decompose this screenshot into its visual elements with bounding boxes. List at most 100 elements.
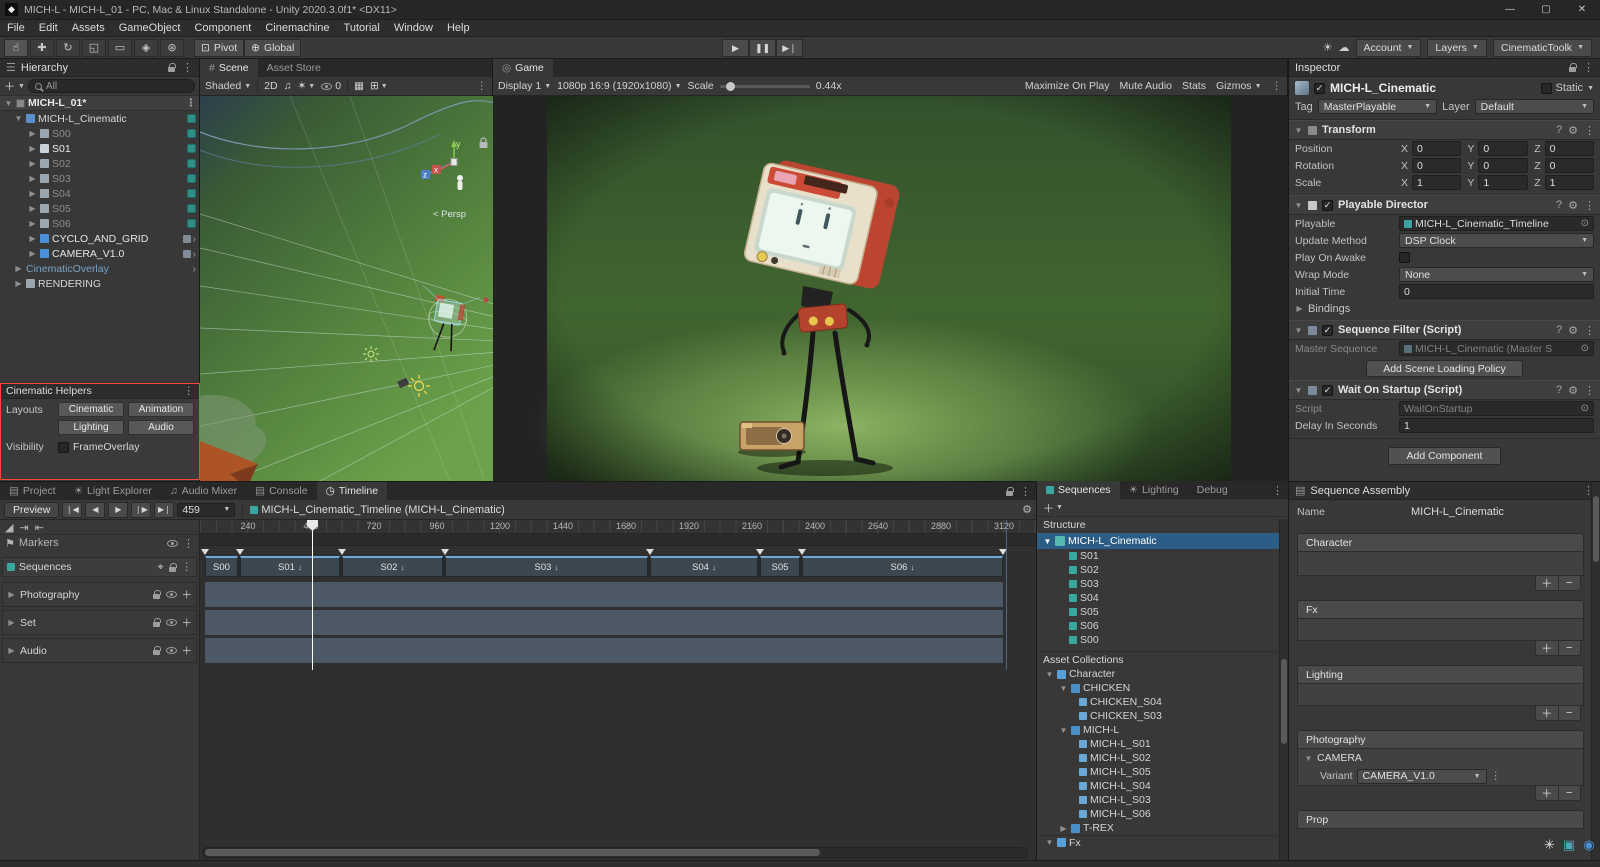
- enabled-checkbox[interactable]: ✓: [1322, 385, 1333, 396]
- menu-gameobject[interactable]: GameObject: [112, 20, 188, 37]
- menu-edit[interactable]: Edit: [32, 20, 65, 37]
- chevron-right-icon[interactable]: ›: [193, 263, 197, 275]
- help-icon[interactable]: ?: [1556, 324, 1562, 336]
- timeline-clip-area[interactable]: 240 480 720 960 1200 1440 1680 1920 2160…: [200, 520, 1036, 861]
- foldout-icon[interactable]: ▼: [1304, 754, 1313, 763]
- add-icon[interactable]: ＋: [182, 643, 193, 658]
- collection-mich-l[interactable]: ▼MICH-L: [1037, 723, 1288, 737]
- sequence-badge-icon[interactable]: [187, 144, 196, 153]
- hierarchy-item-mich-l-cinematic[interactable]: ▼ MICH-L_Cinematic: [0, 111, 199, 126]
- maximize-on-play-toggle[interactable]: Maximize On Play: [1025, 80, 1110, 92]
- menu-help[interactable]: Help: [440, 20, 477, 37]
- hierarchy-item-cinematicoverlay[interactable]: ▶ CinematicOverlay ›: [0, 261, 199, 276]
- structure-item-s02[interactable]: S02: [1037, 563, 1288, 577]
- preferences-icon[interactable]: ☀: [1323, 41, 1333, 54]
- sequence-badge-icon[interactable]: [187, 219, 196, 228]
- track-sequences[interactable]: Sequences ⌖⋮: [2, 557, 197, 577]
- global-toggle-button[interactable]: ⊕Global: [244, 39, 301, 57]
- layout-dropdown[interactable]: CinematicToolk▼: [1493, 39, 1592, 57]
- structure-root-row[interactable]: ▼ MICH-L_Cinematic: [1037, 533, 1288, 549]
- remove-button[interactable]: −: [1558, 641, 1581, 655]
- component-menu-icon[interactable]: ⋮: [1584, 199, 1595, 212]
- tab-timeline[interactable]: ◷Timeline: [317, 482, 387, 500]
- structure-item-s04[interactable]: S04: [1037, 591, 1288, 605]
- tab-project[interactable]: ▤Project: [0, 482, 65, 500]
- override-icon[interactable]: [183, 250, 191, 258]
- panel-menu-icon[interactable]: ⋮: [182, 61, 193, 74]
- hierarchy-item-s01[interactable]: ▶ S01: [0, 141, 199, 156]
- goto-start-button[interactable]: ❘◀: [62, 502, 82, 518]
- foldout-icon[interactable]: ▶: [28, 189, 37, 198]
- component-menu-icon[interactable]: ⋮: [1584, 124, 1595, 137]
- hierarchy-item-camera-v10[interactable]: ▶ CAMERA_V1.0 ›: [0, 246, 199, 261]
- variant-menu-icon[interactable]: ⋮: [1491, 770, 1502, 782]
- eye-icon[interactable]: [166, 619, 177, 626]
- asset-mich-l-s06[interactable]: MICH-L_S06: [1037, 807, 1288, 821]
- lighting-list[interactable]: [1297, 684, 1584, 706]
- slider-thumb[interactable]: [726, 82, 735, 91]
- rect-tool-button[interactable]: ▭: [108, 39, 132, 57]
- sequence-filter-header[interactable]: ▼ ✓ Sequence Filter (Script) ?⚙⋮: [1289, 320, 1600, 340]
- add-scene-loading-policy-button[interactable]: Add Scene Loading Policy: [1366, 360, 1523, 377]
- camera-item-row[interactable]: ▼ CAMERA: [1298, 749, 1583, 767]
- foldout-icon[interactable]: ▼: [1045, 670, 1054, 679]
- foldout-icon[interactable]: ▶: [1059, 824, 1068, 833]
- wait-on-startup-header[interactable]: ▼ ✓ Wait On Startup (Script) ?⚙⋮: [1289, 380, 1600, 400]
- help-icon[interactable]: ?: [1556, 384, 1562, 396]
- character-section-header[interactable]: Character: [1297, 533, 1584, 552]
- shading-dropdown[interactable]: Shaded▼: [205, 80, 251, 92]
- delay-field[interactable]: 1: [1399, 418, 1594, 433]
- layout-cinematic-button[interactable]: Cinematic: [58, 402, 124, 417]
- hierarchy-item-s04[interactable]: ▶ S04: [0, 186, 199, 201]
- hierarchy-item-s03[interactable]: ▶ S03: [0, 171, 199, 186]
- timeline-ruler[interactable]: 240 480 720 960 1200 1440 1680 1920 2160…: [200, 520, 1036, 534]
- menu-cinemachine[interactable]: Cinemachine: [258, 20, 336, 37]
- structure-item-s06[interactable]: S06: [1037, 619, 1288, 633]
- inspector-header[interactable]: Inspector ⋮: [1289, 59, 1600, 77]
- add-gameobject-button[interactable]: ＋: [4, 78, 15, 94]
- eye-icon[interactable]: [166, 647, 177, 654]
- tab-lighting[interactable]: ☀Lighting: [1120, 481, 1188, 499]
- preset-icon[interactable]: ⚙: [1568, 384, 1578, 397]
- foldout-icon[interactable]: ▶: [14, 264, 23, 273]
- hierarchy-item-cyclo-and-grid[interactable]: ▶ CYCLO_AND_GRID ›: [0, 231, 199, 246]
- lock-icon[interactable]: [1006, 487, 1014, 496]
- audio-toggle-icon[interactable]: ♫: [284, 80, 292, 92]
- initial-time-field[interactable]: 0: [1399, 284, 1594, 299]
- move-tool-button[interactable]: ✚: [30, 39, 54, 57]
- asset-mich-l-s02[interactable]: MICH-L_S02: [1037, 751, 1288, 765]
- add-button[interactable]: ＋: [1536, 641, 1558, 655]
- override-icon[interactable]: [183, 235, 191, 243]
- layer-dropdown[interactable]: Default▼: [1475, 99, 1594, 114]
- lock-icon[interactable]: [153, 646, 161, 655]
- pivot-toggle-button[interactable]: ⊡Pivot: [194, 39, 244, 57]
- asset-mich-l-s01[interactable]: MICH-L_S01: [1037, 737, 1288, 751]
- visibility-toggle[interactable]: 0: [321, 80, 341, 92]
- pause-button[interactable]: ❚❚: [749, 39, 776, 57]
- name-value[interactable]: MICH-L_Cinematic: [1411, 506, 1504, 518]
- grid-dropdown[interactable]: ⊞▼: [370, 80, 388, 92]
- mute-audio-toggle[interactable]: Mute Audio: [1119, 80, 1172, 92]
- foldout-icon[interactable]: ▶: [28, 219, 37, 228]
- photography-section-header[interactable]: Photography: [1297, 730, 1584, 749]
- structure-item-s03[interactable]: S03: [1037, 577, 1288, 591]
- add-icon[interactable]: ＋: [182, 587, 193, 602]
- active-checkbox[interactable]: ✓: [1314, 83, 1325, 94]
- position-y-field[interactable]: 0: [1478, 141, 1527, 156]
- panel-menu-icon[interactable]: ⋮: [477, 80, 488, 92]
- menu-window[interactable]: Window: [387, 20, 440, 37]
- add-icon[interactable]: ＋: [182, 615, 193, 630]
- help-icon[interactable]: ?: [1556, 199, 1562, 211]
- tab-sequences[interactable]: Sequences: [1037, 481, 1120, 499]
- set-lane[interactable]: [205, 610, 1003, 635]
- marker-icon[interactable]: ⚑: [5, 537, 15, 550]
- goto-end-button[interactable]: ▶❘: [154, 502, 174, 518]
- foldout-icon[interactable]: ▶: [28, 129, 37, 138]
- foldout-icon[interactable]: ▼: [1294, 201, 1303, 210]
- lock-icon[interactable]: [169, 563, 177, 572]
- pin-icon[interactable]: ⌖: [158, 561, 164, 574]
- foldout-icon[interactable]: ▶: [1295, 304, 1304, 313]
- foldout-icon[interactable]: ▶: [14, 279, 23, 288]
- sequence-badge-icon[interactable]: [187, 129, 196, 138]
- display-dropdown[interactable]: Display 1▼: [498, 80, 551, 92]
